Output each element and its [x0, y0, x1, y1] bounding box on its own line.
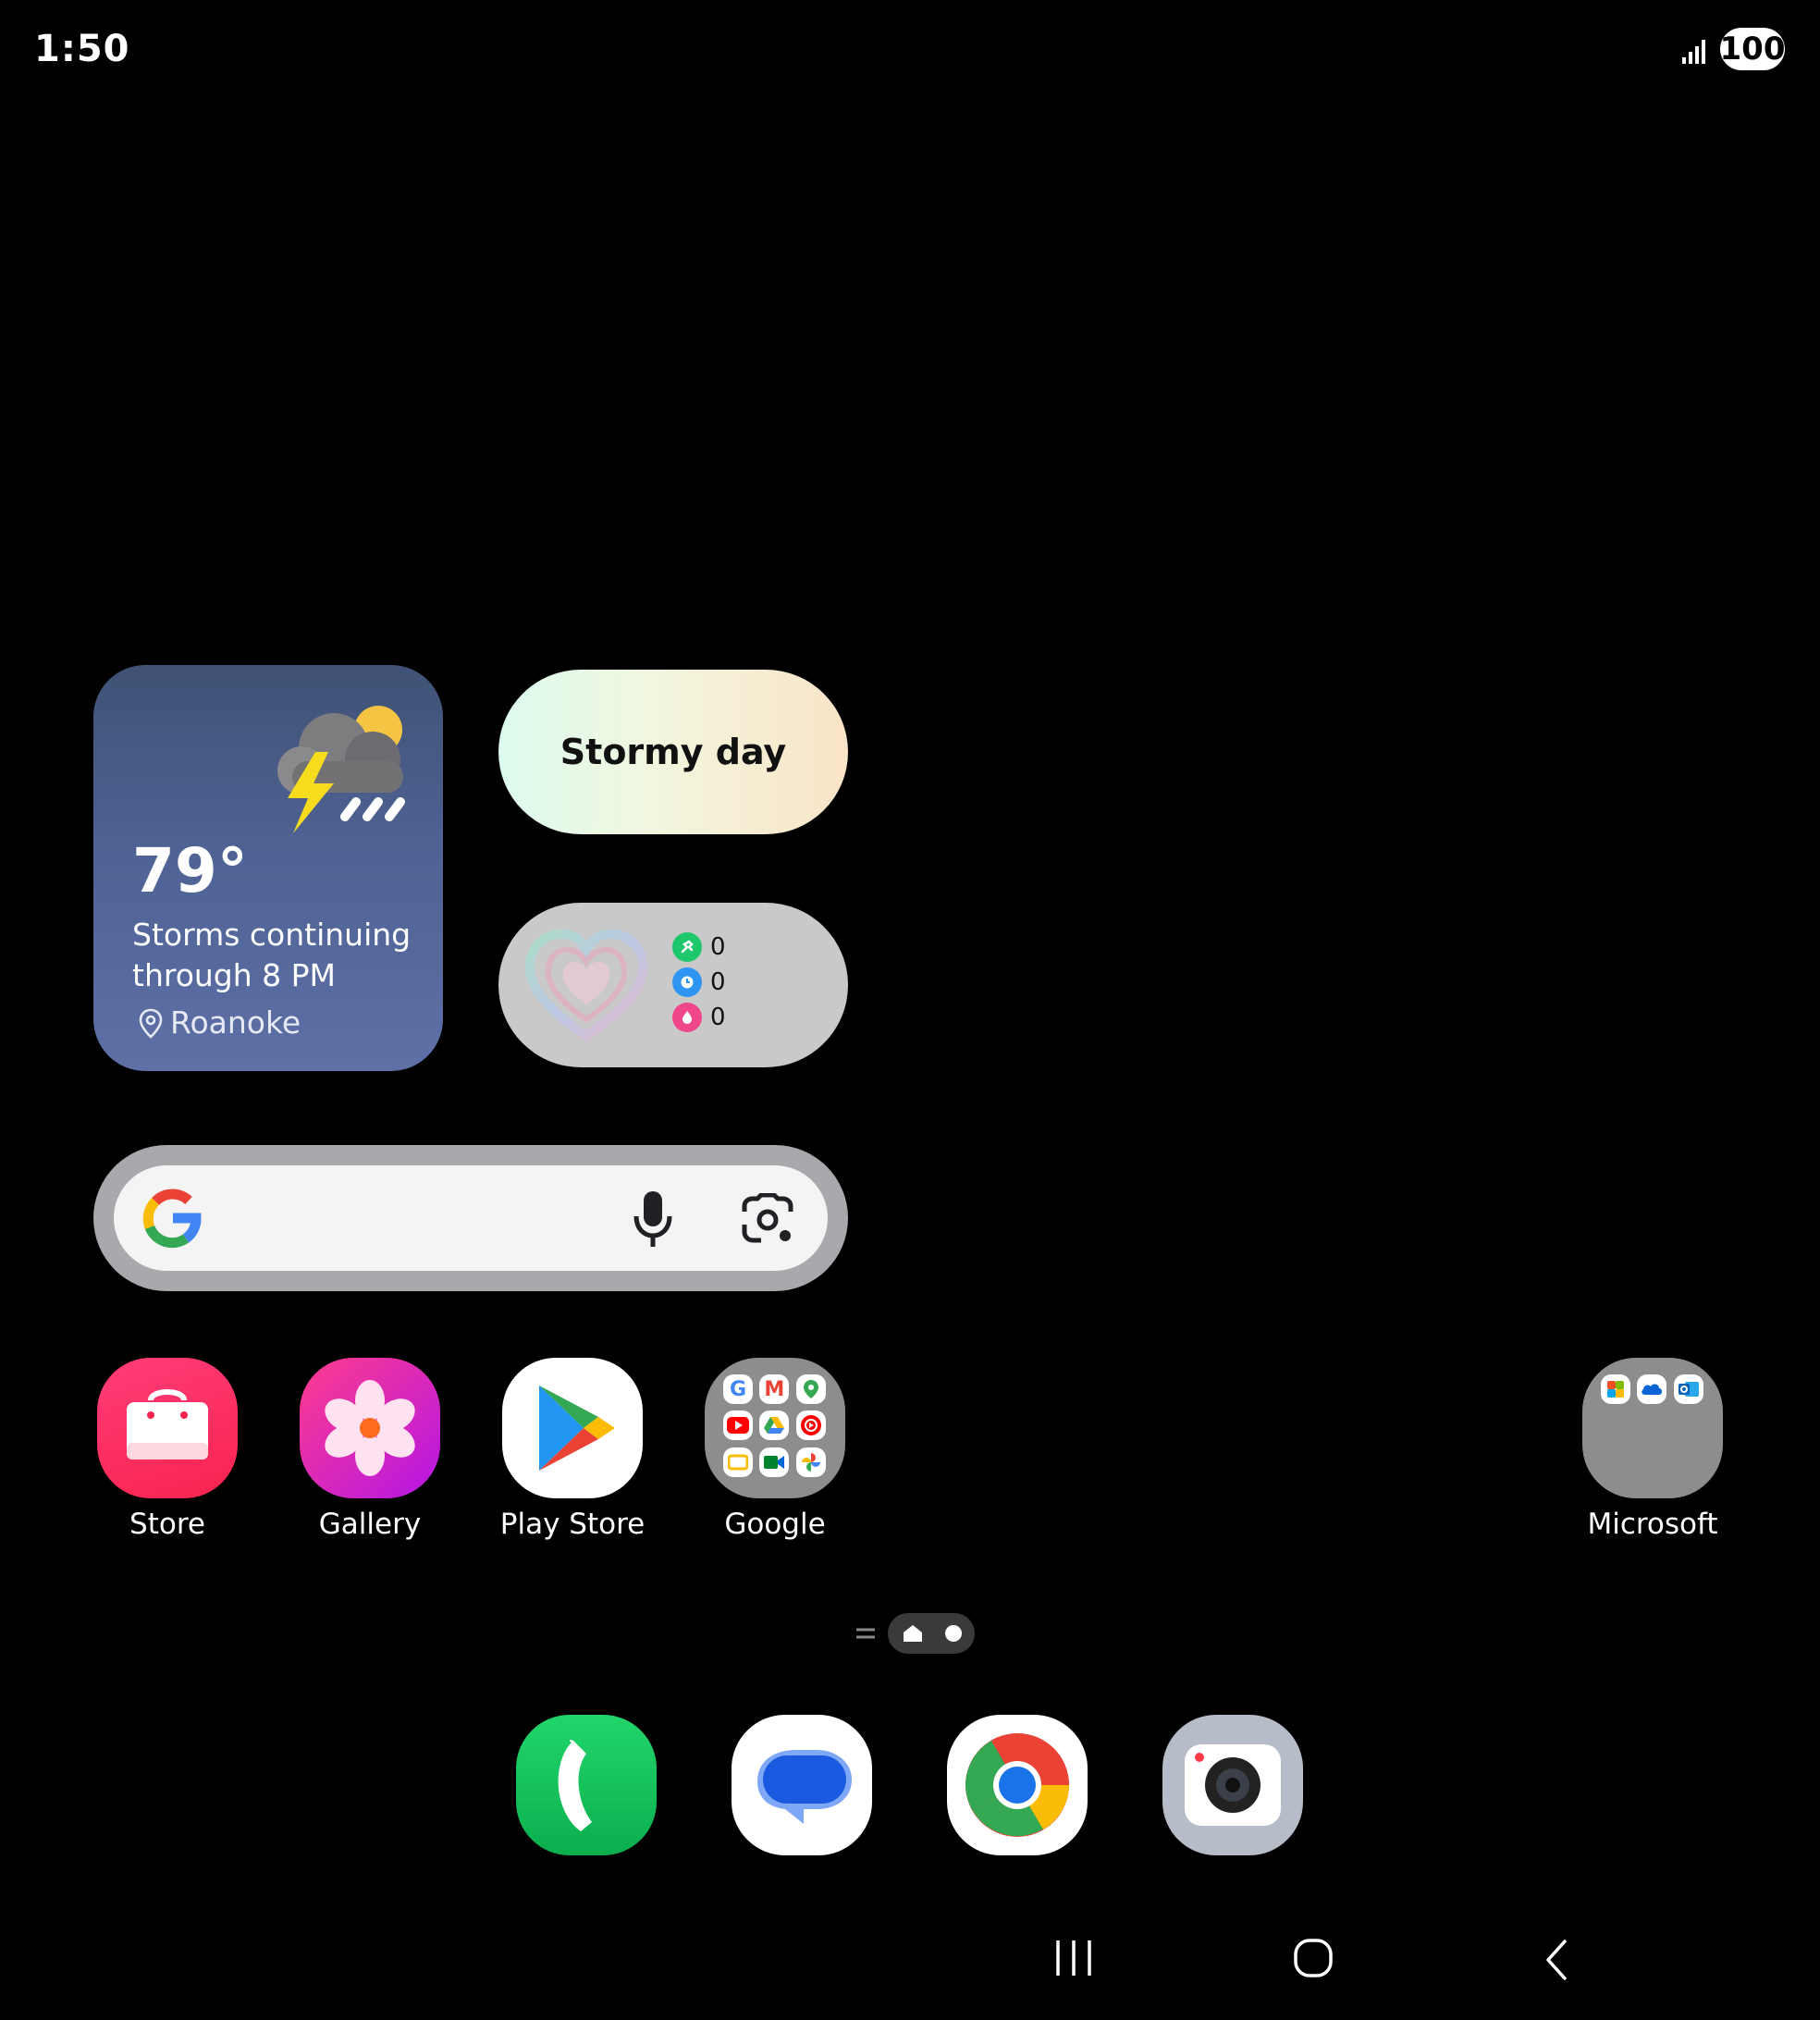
tv-icon	[723, 1447, 753, 1477]
thunderstorm-icon	[277, 706, 405, 833]
youtube-music-icon	[795, 1410, 826, 1441]
app-label: Store	[129, 1508, 205, 1541]
maps-icon	[795, 1374, 826, 1404]
calories-value: 0	[710, 1004, 726, 1031]
location-pin-icon	[139, 1008, 163, 1039]
stat-row-calories: 0	[672, 1002, 726, 1033]
camera-icon	[1185, 1744, 1281, 1826]
page-dot	[945, 1625, 962, 1642]
app-store[interactable]: Store	[93, 1358, 241, 1541]
mood-widget[interactable]: Stormy day	[498, 670, 848, 834]
status-time: 1:50	[34, 28, 130, 70]
stat-row-active-time: 0	[672, 967, 726, 998]
folder-microsoft[interactable]: Microsoft	[1579, 1358, 1727, 1541]
recents-button[interactable]	[1054, 1938, 1093, 1978]
page-list-icon[interactable]	[855, 1625, 876, 1642]
active-time-value: 0	[710, 968, 726, 996]
app-label: Gallery	[318, 1508, 422, 1541]
health-widget[interactable]: 0 0 0	[498, 903, 848, 1067]
youtube-icon	[723, 1410, 753, 1441]
battery-indicator: 100	[1720, 28, 1786, 70]
photos-icon	[795, 1447, 826, 1477]
weather-location: Roanoke	[170, 1004, 301, 1041]
messages-app[interactable]	[732, 1715, 872, 1855]
play-store-icon	[502, 1358, 643, 1498]
camera-app[interactable]	[1162, 1715, 1303, 1855]
meet-icon	[759, 1447, 790, 1477]
stat-row-steps: 0	[672, 931, 726, 963]
app-gallery[interactable]: Gallery	[296, 1358, 444, 1541]
search-input[interactable]	[114, 1165, 828, 1271]
signal-icon	[1682, 40, 1705, 64]
mic-icon[interactable]	[630, 1189, 676, 1250]
drive-icon	[759, 1410, 790, 1441]
home-page-icon	[904, 1625, 922, 1642]
m365-icon	[1601, 1374, 1630, 1404]
weather-widget[interactable]: 79° Storms continuing through 8 PM Roano…	[93, 665, 443, 1071]
messages-icon	[757, 1750, 852, 1824]
calories-icon	[672, 1003, 702, 1032]
phone-icon	[558, 1740, 592, 1831]
onedrive-icon	[1637, 1374, 1667, 1404]
app-play-store[interactable]: Play Store	[498, 1358, 646, 1541]
google-app-icon: G	[723, 1374, 753, 1404]
chrome-app[interactable]	[947, 1715, 1088, 1855]
chrome-icon	[965, 1733, 1069, 1837]
lens-icon[interactable]	[741, 1193, 794, 1245]
temperature: 79°	[132, 835, 248, 906]
microsoft-folder-icon	[1582, 1358, 1723, 1498]
folder-google[interactable]: G M Google	[701, 1358, 849, 1541]
phone-app[interactable]	[516, 1715, 657, 1855]
app-label: Google	[724, 1508, 826, 1541]
back-button[interactable]	[1543, 1938, 1570, 1982]
google-search-widget	[93, 1145, 848, 1291]
mood-text: Stormy day	[560, 732, 787, 772]
home-button[interactable]	[1293, 1938, 1334, 1978]
gallery-icon	[300, 1358, 440, 1498]
store-icon	[97, 1358, 238, 1498]
steps-value: 0	[710, 933, 726, 961]
gmail-icon: M	[759, 1374, 790, 1404]
page-indicator[interactable]	[888, 1613, 975, 1654]
google-folder-icon: G M	[705, 1358, 845, 1498]
outlook-icon	[1673, 1374, 1703, 1404]
app-label: Play Store	[499, 1508, 646, 1541]
steps-icon	[672, 932, 702, 962]
google-logo-icon[interactable]	[140, 1186, 204, 1250]
weather-description: Storms continuing through 8 PM	[132, 917, 412, 993]
app-label: Microsoft	[1587, 1508, 1718, 1541]
heart-icon	[524, 929, 648, 1042]
active-time-icon	[672, 967, 702, 997]
